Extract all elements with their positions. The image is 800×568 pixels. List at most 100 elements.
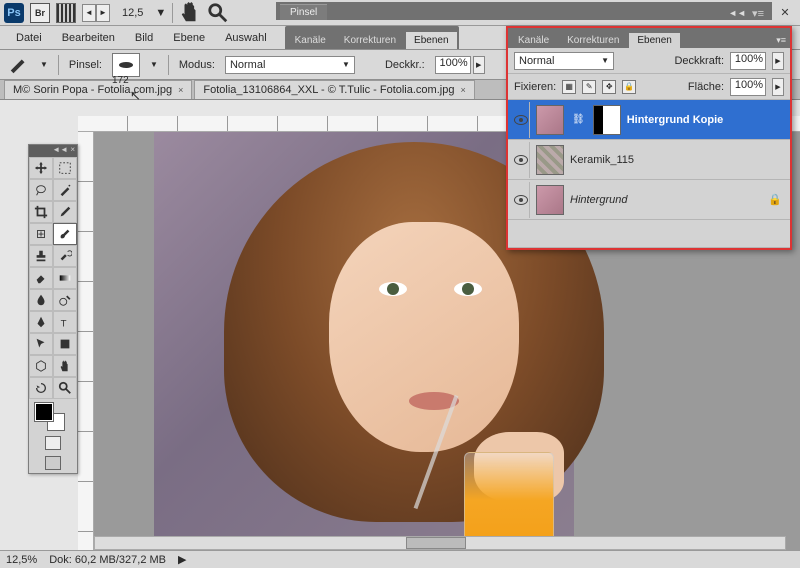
tool-preset-icon[interactable] — [8, 54, 30, 76]
slider-icon[interactable]: ▶ — [772, 52, 784, 70]
color-swatches[interactable] — [29, 399, 77, 433]
lasso-tool[interactable] — [29, 179, 53, 201]
chevron-down-icon[interactable]: ▼ — [150, 60, 158, 69]
panel-menu-icon[interactable]: ▾≡ — [748, 7, 768, 20]
shape-tool[interactable] — [53, 333, 77, 355]
dok-value: 60,2 MB/327,2 MB — [75, 554, 166, 566]
visibility-icon[interactable] — [514, 195, 528, 205]
opacity-label: Deckkr.: — [385, 59, 425, 71]
screenmode-icon[interactable] — [45, 456, 61, 470]
filmstrip-icon[interactable] — [56, 3, 76, 23]
brush-panel-tab[interactable]: Pinsel — [280, 4, 327, 20]
svg-text:T: T — [61, 318, 67, 329]
menu-ebene[interactable]: Ebene — [163, 29, 215, 47]
history-brush-tool[interactable] — [53, 245, 77, 267]
menu-auswahl[interactable]: Auswahl — [215, 29, 277, 47]
status-zoom[interactable]: 12,5% — [6, 554, 37, 566]
layer-name[interactable]: Keramik_115 — [570, 154, 634, 166]
visibility-icon[interactable] — [514, 155, 528, 165]
opacity-input[interactable]: 100% — [435, 56, 471, 74]
wand-tool[interactable] — [53, 179, 77, 201]
layer-list: ⛓ Hintergrund Kopie Keramik_115 Hintergr… — [508, 100, 790, 248]
rotate-view-tool[interactable] — [29, 377, 53, 399]
layer-thumbnail[interactable] — [536, 145, 564, 175]
collapse-panel-icon[interactable]: ◄◄ — [726, 6, 748, 20]
opacity-slider-icon[interactable]: ▶ — [473, 56, 485, 74]
tab-kanaele[interactable]: Kanäle — [287, 32, 334, 49]
move-tool[interactable] — [29, 157, 53, 179]
layer-blend-dropdown[interactable]: Normal ▼ — [514, 52, 614, 70]
healing-tool[interactable] — [29, 223, 53, 245]
document-tab-1[interactable]: M© Sorin Popa - Fotolia.com.jpg × — [4, 80, 192, 99]
scrollbar-horizontal[interactable] — [94, 536, 786, 550]
path-select-tool[interactable] — [29, 333, 53, 355]
slider-icon[interactable]: ▶ — [772, 78, 784, 96]
gradient-tool[interactable] — [53, 267, 77, 289]
layer-row[interactable]: Keramik_115 — [508, 140, 790, 180]
lock-transparency-icon[interactable]: ▦ — [562, 80, 576, 94]
lock-pixels-icon[interactable]: ✎ — [582, 80, 596, 94]
close-icon[interactable]: ✕ — [774, 2, 796, 24]
layer-row[interactable]: ⛓ Hintergrund Kopie — [508, 100, 790, 140]
mask-link-icon[interactable]: ⛓ — [570, 114, 587, 125]
menu-bild[interactable]: Bild — [125, 29, 163, 47]
brush-panel-header: Pinsel ◄◄ ▾≡ — [276, 2, 772, 20]
tab-ebenen[interactable]: Ebenen — [406, 32, 456, 49]
eyedropper-tool[interactable] — [53, 201, 77, 223]
lp-tab-korrekturen[interactable]: Korrekturen — [559, 33, 627, 48]
zoom-dropdown-icon[interactable]: ▼ — [155, 7, 166, 19]
hand-tool[interactable] — [53, 355, 77, 377]
tab-korrekturen[interactable]: Korrekturen — [336, 32, 404, 49]
panel-menu-icon[interactable]: ▾≡ — [774, 33, 788, 48]
layer-name[interactable]: Hintergrund Kopie — [627, 114, 724, 126]
layer-thumbnail[interactable] — [536, 105, 564, 135]
ruler-vertical[interactable] — [78, 132, 94, 550]
type-tool[interactable]: T — [53, 311, 77, 333]
layer-thumbnail[interactable] — [536, 185, 564, 215]
close-icon[interactable]: × — [460, 85, 465, 95]
dodge-tool[interactable] — [53, 289, 77, 311]
lock-all-icon[interactable]: 🔒 — [622, 80, 636, 94]
bridge-button[interactable]: Br — [30, 3, 50, 23]
3d-tool[interactable] — [29, 355, 53, 377]
quickmask-icon[interactable] — [45, 436, 61, 450]
scrollbar-thumb[interactable] — [406, 537, 466, 549]
crop-tool[interactable] — [29, 201, 53, 223]
zoom-tool-icon[interactable] — [207, 2, 229, 24]
blur-tool[interactable] — [29, 289, 53, 311]
zoom-tool[interactable] — [53, 377, 77, 399]
doc-tab-label: M© Sorin Popa - Fotolia.com.jpg — [13, 84, 172, 96]
document-tab-2[interactable]: Fotolia_13106864_XXL - © T.Tulic - Fotol… — [194, 80, 474, 99]
eraser-tool[interactable] — [29, 267, 53, 289]
chevron-down-icon: ▼ — [601, 56, 609, 65]
fg-color-swatch[interactable] — [35, 403, 53, 421]
statusbar: 12,5% Dok: 60,2 MB/327,2 MB ▶ — [0, 550, 800, 568]
zoom-value[interactable]: 12,5 — [116, 7, 149, 19]
collapse-icon[interactable]: ◄◄ × — [52, 145, 75, 157]
mask-thumbnail[interactable] — [593, 105, 621, 135]
visibility-icon[interactable] — [514, 115, 528, 125]
close-icon[interactable]: × — [178, 85, 183, 95]
pen-tool[interactable] — [29, 311, 53, 333]
status-arrow-icon[interactable]: ▶ — [178, 553, 186, 566]
chevron-down-icon: ▼ — [342, 60, 350, 69]
menu-bearbeiten[interactable]: Bearbeiten — [52, 29, 125, 47]
panel-tabs: Kanäle Korrekturen Ebenen — [285, 26, 459, 49]
blend-mode-dropdown[interactable]: Normal ▼ — [225, 56, 355, 74]
flaeche-input[interactable]: 100% — [730, 78, 766, 96]
lp-tab-ebenen[interactable]: Ebenen — [629, 33, 679, 48]
history-fwd[interactable]: ► — [96, 4, 110, 22]
lp-tab-kanaele[interactable]: Kanäle — [510, 33, 557, 48]
marquee-tool[interactable] — [53, 157, 77, 179]
stamp-tool[interactable] — [29, 245, 53, 267]
history-back[interactable]: ◄ — [82, 4, 96, 22]
menu-datei[interactable]: Datei — [6, 29, 52, 47]
chevron-down-icon[interactable]: ▼ — [40, 60, 48, 69]
lock-position-icon[interactable]: ✥ — [602, 80, 616, 94]
hand-tool-icon[interactable] — [179, 2, 201, 24]
deckkraft-input[interactable]: 100% — [730, 52, 766, 70]
layer-name[interactable]: Hintergrund — [570, 194, 627, 206]
brush-tool[interactable] — [53, 223, 77, 245]
brush-preview[interactable] — [112, 53, 140, 77]
layer-row[interactable]: Hintergrund 🔒 — [508, 180, 790, 220]
